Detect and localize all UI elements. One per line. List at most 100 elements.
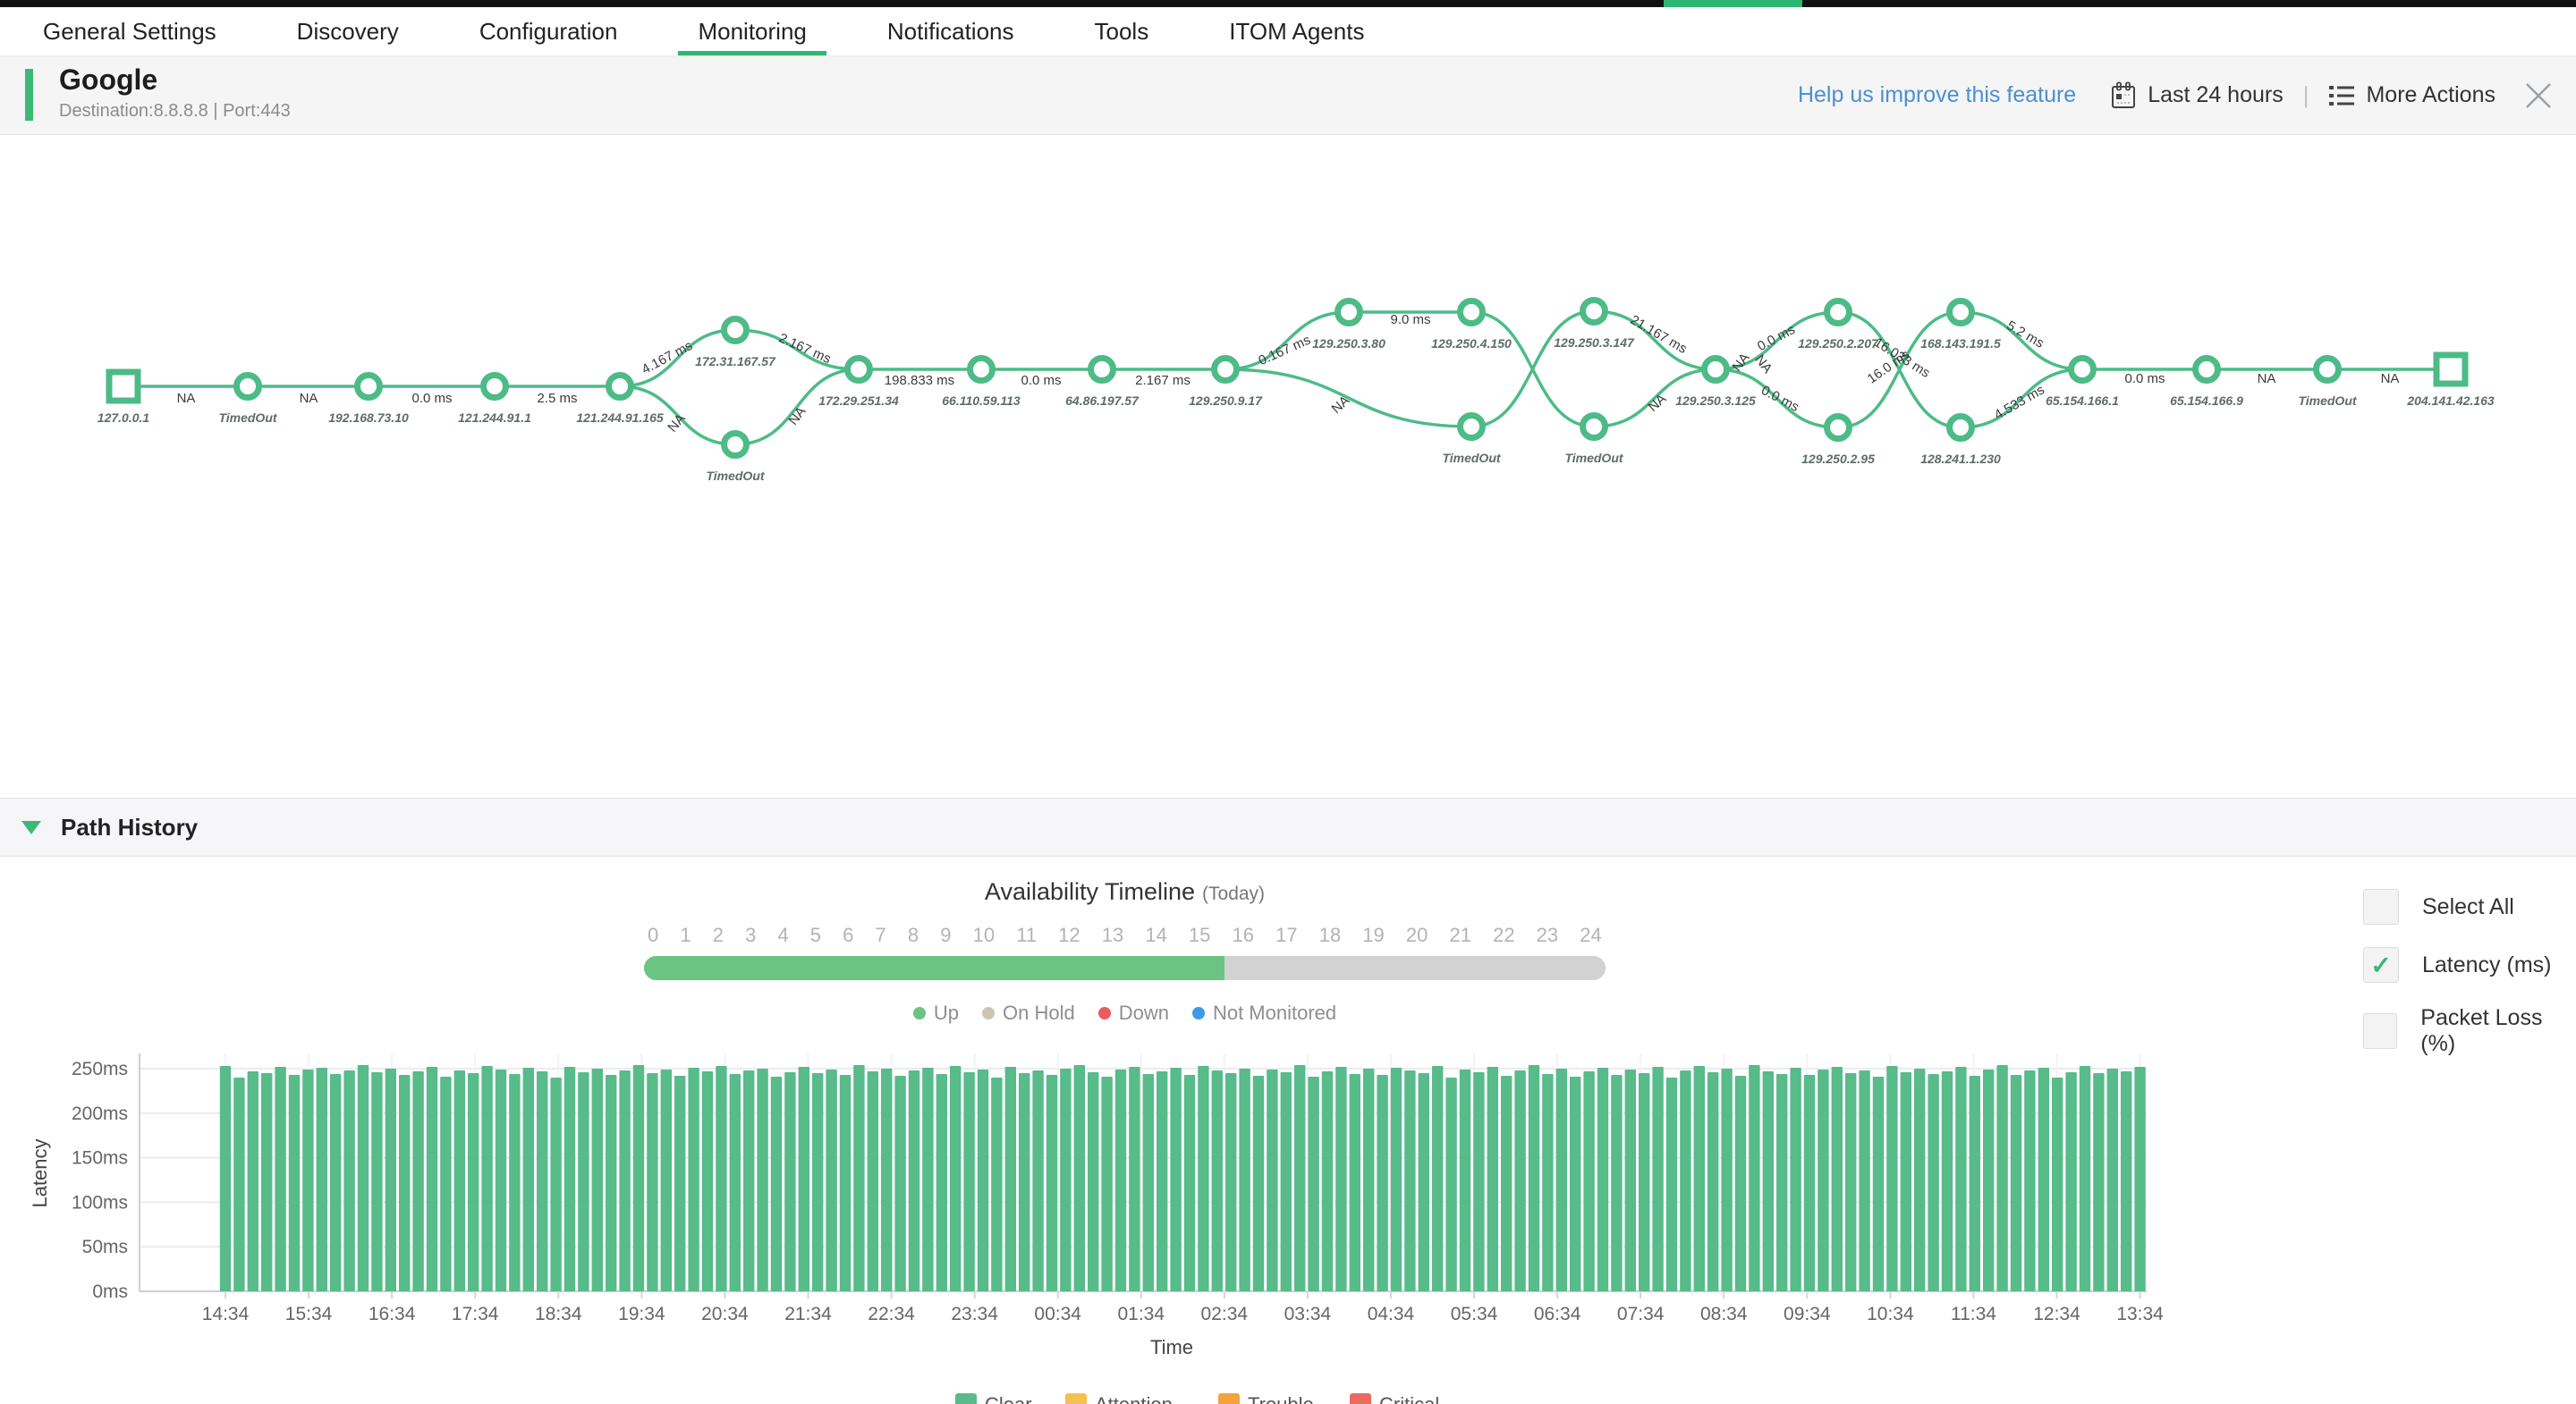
latency-bar[interactable]: [839, 1074, 852, 1291]
latency-bar[interactable]: [1776, 1073, 1788, 1291]
hop-node[interactable]: 64.86.197.57: [1065, 355, 1140, 409]
latency-bar[interactable]: [1170, 1068, 1182, 1291]
latency-bar[interactable]: [1528, 1065, 1540, 1291]
latency-bar[interactable]: [716, 1066, 727, 1291]
time-range-button[interactable]: Last 24 hours: [2110, 81, 2284, 110]
latency-bar[interactable]: [1886, 1066, 1898, 1291]
latency-bar[interactable]: [812, 1072, 824, 1291]
hop-node[interactable]: 129.250.4.150: [1431, 298, 1512, 351]
latency-bar[interactable]: [288, 1074, 301, 1291]
tab-itom-agents[interactable]: ITOM Agents: [1229, 7, 1364, 55]
latency-bar[interactable]: [1019, 1072, 1030, 1291]
latency-bar[interactable]: [881, 1069, 893, 1291]
latency-bar[interactable]: [1487, 1067, 1498, 1291]
latency-bar[interactable]: [426, 1067, 438, 1291]
latency-bar[interactable]: [537, 1070, 548, 1291]
latency-bar[interactable]: [247, 1070, 258, 1291]
latency-bar[interactable]: [1225, 1072, 1237, 1291]
latency-bar[interactable]: [440, 1076, 452, 1291]
latency-bar[interactable]: [1363, 1069, 1375, 1291]
latency-bar[interactable]: [1390, 1068, 1402, 1291]
latency-bar[interactable]: [647, 1072, 658, 1291]
latency-bar[interactable]: [2038, 1068, 2049, 1291]
latency-bar[interactable]: [1680, 1070, 1691, 1291]
latency-bar[interactable]: [1377, 1074, 1388, 1291]
latency-bar[interactable]: [1624, 1069, 1636, 1291]
hop-node[interactable]: 168.143.191.5: [1920, 298, 2001, 351]
collapse-triangle-icon[interactable]: [21, 820, 41, 834]
latency-bar[interactable]: [1555, 1069, 1567, 1291]
latency-bar[interactable]: [1101, 1076, 1113, 1291]
latency-bar[interactable]: [591, 1069, 603, 1291]
latency-bar[interactable]: [1818, 1069, 1829, 1291]
latency-bar[interactable]: [1335, 1067, 1347, 1291]
latency-bar[interactable]: [1114, 1069, 1127, 1291]
hop-node[interactable]: 129.250.3.80: [1312, 298, 1385, 351]
latency-bar[interactable]: [936, 1073, 947, 1291]
latency-bar[interactable]: [357, 1065, 369, 1291]
checkbox-checked-icon[interactable]: ✓: [2363, 947, 2399, 983]
latency-bar[interactable]: [1597, 1068, 1609, 1291]
latency-bar[interactable]: [784, 1071, 796, 1291]
latency-bar[interactable]: [1004, 1067, 1016, 1291]
latency-bar[interactable]: [275, 1067, 286, 1291]
latency-bar[interactable]: [1900, 1071, 1911, 1291]
latency-bar[interactable]: [2134, 1067, 2146, 1291]
latency-bar[interactable]: [343, 1070, 355, 1291]
latency-bar[interactable]: [1983, 1069, 1995, 1291]
latency-bar[interactable]: [757, 1069, 768, 1291]
latency-bar[interactable]: [688, 1068, 699, 1291]
latency-bar[interactable]: [2121, 1070, 2132, 1291]
latency-bar[interactable]: [1639, 1072, 1650, 1291]
latency-bar[interactable]: [550, 1077, 562, 1291]
latency-bar[interactable]: [1914, 1069, 1926, 1291]
latency-bar[interactable]: [674, 1075, 686, 1291]
latency-bar[interactable]: [1859, 1070, 1870, 1291]
hop-node[interactable]: 127.0.0.1: [97, 368, 150, 425]
tab-general-settings[interactable]: General Settings: [43, 7, 216, 55]
latency-bar[interactable]: [1707, 1071, 1719, 1291]
latency-bar[interactable]: [1941, 1070, 1953, 1291]
latency-bar[interactable]: [1665, 1077, 1678, 1291]
latency-bar[interactable]: [399, 1074, 411, 1291]
tab-monitoring[interactable]: Monitoring: [678, 7, 827, 55]
latency-bar[interactable]: [1652, 1067, 1664, 1291]
latency-bar[interactable]: [1845, 1072, 1857, 1291]
latency-bar[interactable]: [1308, 1076, 1319, 1291]
latency-bar[interactable]: [412, 1070, 424, 1291]
latency-bar[interactable]: [977, 1069, 989, 1291]
latency-bar[interactable]: [1570, 1076, 1581, 1291]
latency-bar[interactable]: [826, 1069, 837, 1291]
latency-bar[interactable]: [729, 1073, 741, 1291]
latency-bar[interactable]: [2093, 1072, 2105, 1291]
latency-bar[interactable]: [853, 1065, 865, 1291]
latency-bar[interactable]: [908, 1070, 920, 1291]
latency-bar[interactable]: [1280, 1071, 1292, 1291]
latency-bar[interactable]: [1955, 1067, 1967, 1291]
latency-bar[interactable]: [798, 1067, 809, 1291]
checkbox-latency-ms[interactable]: ✓ Latency (ms): [2363, 947, 2576, 983]
latency-bar[interactable]: [1129, 1067, 1140, 1291]
latency-bar[interactable]: [991, 1077, 1003, 1291]
feedback-link[interactable]: Help us improve this feature: [1798, 82, 2076, 108]
tab-notifications[interactable]: Notifications: [887, 7, 1014, 55]
latency-bar[interactable]: [2065, 1071, 2077, 1291]
latency-bar[interactable]: [1749, 1065, 1760, 1291]
latency-bar[interactable]: [1445, 1077, 1457, 1291]
hop-node[interactable]: TimedOut: [2298, 355, 2358, 409]
hop-node[interactable]: 129.250.3.147: [1554, 297, 1635, 351]
latency-bar[interactable]: [509, 1073, 521, 1291]
latency-bar[interactable]: [233, 1077, 245, 1291]
latency-bar[interactable]: [1032, 1070, 1044, 1291]
latency-bar[interactable]: [2024, 1070, 2036, 1291]
latency-bar[interactable]: [770, 1076, 783, 1291]
latency-bar[interactable]: [660, 1069, 672, 1291]
latency-bar[interactable]: [1418, 1072, 1429, 1291]
latency-bar[interactable]: [1060, 1069, 1072, 1291]
hop-node[interactable]: 192.168.73.10: [328, 372, 409, 426]
checkbox-select-all[interactable]: Select All: [2363, 889, 2576, 925]
checkbox-unchecked-icon[interactable]: [2363, 889, 2399, 925]
latency-bar[interactable]: [1762, 1070, 1774, 1291]
latency-bar[interactable]: [606, 1074, 617, 1291]
latency-bar[interactable]: [894, 1075, 906, 1291]
